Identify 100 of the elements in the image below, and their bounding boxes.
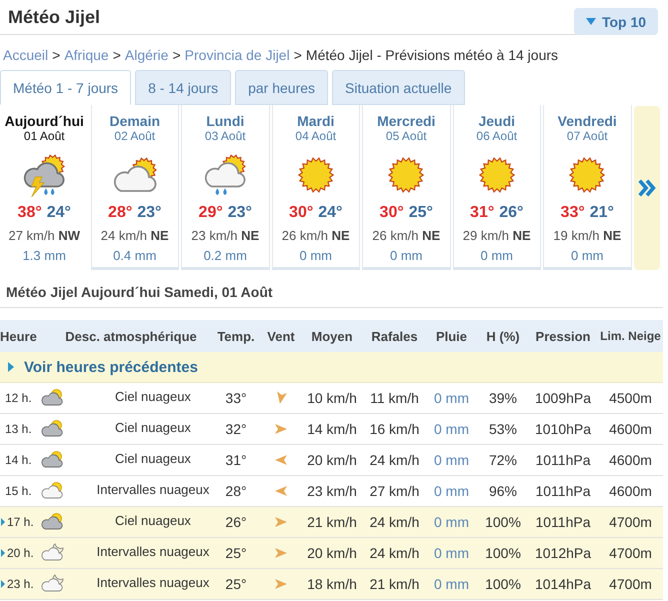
snow-limit: 4600m [609,421,652,437]
wind-speed: 21 km/h [307,514,357,530]
cloud-sun-icon [40,418,64,436]
sun-icon [388,157,424,193]
wind-speed: 10 km/h [307,390,357,406]
precipitation: 0 mm [390,247,422,265]
next-days-button[interactable] [634,106,660,270]
humidity: 39% [488,390,518,406]
min-temperature: 25° [408,203,433,223]
section-title: Météo Jijel Aujourd´hui Samedi, 01 Août [6,283,274,302]
pressure: 1010hPa [534,421,592,437]
rain-cloud-sun-icon [202,154,248,196]
breadcrumb-separator: > [112,46,121,65]
column-header: Temp. [217,328,255,344]
max-temperature: 33° [560,203,585,223]
hour-label: 13 h. [5,422,32,436]
gust-speed: 24 km/h [370,545,420,561]
min-temperature: 21° [590,203,614,223]
min-temperature: 24° [318,203,342,223]
day-card[interactable]: Vendredi 07 Août 33° 21° 19 km/h NE 0 mm [543,105,632,270]
day-name: Mercredi [377,113,436,129]
min-temperature: 23° [228,203,252,223]
wind-info: 29 km/h NE [462,227,531,245]
max-temperature: 30° [380,203,404,223]
temperature: 32° [225,421,247,437]
wind-info: 26 km/h NE [372,227,440,245]
wind-info: 19 km/h NE [553,227,622,245]
top-ten-button[interactable]: Top 10 [574,8,658,35]
temperature: 33° [225,390,247,406]
day-card[interactable]: Demain 02 Août 28° 23° 24 km/h NE 0.4 mm [90,105,179,270]
min-temperature: 26° [499,203,524,223]
breadcrumb-link[interactable]: Afrique [64,45,109,65]
weather-description: Intervalles nuageux [96,575,210,590]
tab[interactable]: 8 - 14 jours [135,70,232,105]
day-name: Demain [109,113,160,129]
tab[interactable]: par heures [235,70,328,105]
tab[interactable]: Situation actuelle [332,70,465,105]
pressure: 1014hPa [534,576,592,592]
temperature: 31° [225,452,247,468]
day-name: Jeudi [478,113,516,129]
expand-arrow-icon[interactable] [1,549,5,557]
weather-description: Intervalles nuageux [96,482,210,497]
gust-speed: 24 km/h [370,452,420,468]
humidity: 100% [485,545,521,561]
expand-arrow-icon[interactable] [1,580,5,588]
column-header: Moyen [311,328,353,344]
breadcrumb-link[interactable]: Algérie [124,45,168,65]
caret-down-icon [586,18,596,25]
day-name: Mardi [297,113,334,129]
humidity: 53% [488,421,518,437]
min-temperature: 24° [46,203,71,223]
cloud-sun-icon [40,512,64,530]
sun-icon [569,157,606,193]
rainfall: 0 mm [434,545,469,561]
day-card[interactable]: Mercredi 05 Août 30° 25° 26 km/h NE 0 mm [362,105,450,270]
precipitation: 0.4 mm [113,247,156,265]
previous-hours-link[interactable]: Voir heures précédentes [0,352,663,383]
day-name: Aujourd´hui [4,113,84,129]
sun-icon [298,157,334,193]
day-name: Vendredi [558,113,617,129]
precipitation: 0.2 mm [204,247,247,265]
column-header: Rafales [371,328,418,344]
day-date: 04 Août [295,129,336,143]
max-temperature: 29° [198,203,223,223]
day-date: 01 Août [24,129,65,143]
rainfall: 0 mm [434,421,469,437]
cloud-moon-icon [40,542,64,560]
breadcrumb-link[interactable]: Provincia de Jijel [184,45,290,65]
temperature: 25° [225,545,247,561]
wind-info: 23 km/h NE [191,227,260,245]
snow-limit: 4700m [609,576,652,592]
breadcrumb-separator: > [172,46,181,65]
column-header: Lim. Neige [600,329,661,343]
day-name: Lundi [206,113,244,129]
hour-label: 17 h. [7,515,34,529]
column-header: Pluie [436,328,468,344]
weather-description: Ciel nuageux [115,451,191,466]
column-header: Vent [267,328,295,344]
breadcrumb-separator: > [294,46,302,65]
day-date: 02 Août [114,129,156,143]
day-card[interactable]: Mardi 04 Août 30° 24° 26 km/h NE 0 mm [272,105,360,270]
rainfall: 0 mm [434,483,469,499]
pressure: 1012hPa [534,545,592,561]
breadcrumb-link[interactable]: Accueil [3,45,48,65]
day-card[interactable]: Jeudi 06 Août 31° 26° 29 km/h NE 0 mm [452,105,541,270]
temperature: 25° [225,576,247,592]
rainfall: 0 mm [434,576,469,592]
gust-speed: 24 km/h [370,514,420,530]
cloud-moon-icon [40,574,64,592]
weather-description: Ciel nuageux [115,389,191,404]
snow-limit: 4600m [609,483,652,499]
wind-info: 26 km/h NE [282,227,350,245]
rainfall: 0 mm [434,514,469,530]
expand-arrow-icon[interactable] [1,518,5,526]
tab[interactable]: Météo 1 - 7 jours [0,70,132,105]
cloud-sun-icon [40,480,64,498]
triangle-right-icon [8,362,14,372]
day-card[interactable]: Lundi 03 Août 29° 23° 23 km/h NE 0.2 mm [181,105,270,270]
day-date: 05 Août [386,129,427,143]
max-temperature: 31° [470,203,494,223]
